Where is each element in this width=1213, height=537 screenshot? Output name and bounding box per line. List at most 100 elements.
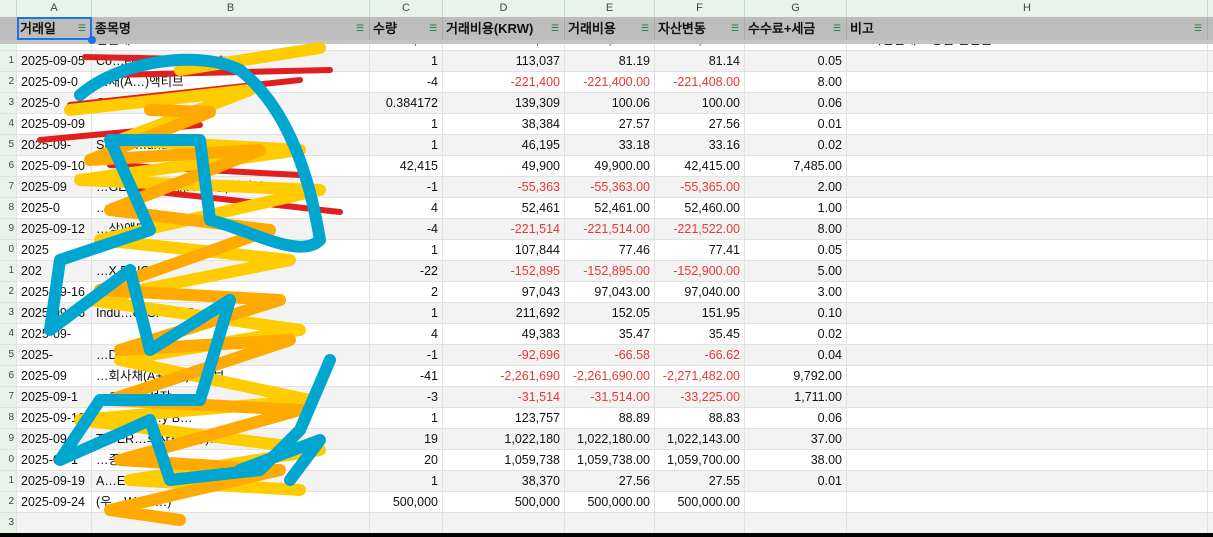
row-number[interactable]: 0: [0, 240, 17, 260]
cell-cost-krw[interactable]: 49,383: [443, 324, 565, 344]
cell-cost[interactable]: 27.56: [565, 471, 655, 491]
cell-item-name[interactable]: [92, 513, 370, 533]
row-number[interactable]: 1: [0, 51, 17, 71]
cell-quantity[interactable]: -41: [370, 366, 443, 386]
cell-quantity[interactable]: [370, 513, 443, 533]
cell-item-name[interactable]: …GER…성장: [92, 387, 370, 407]
cell-cost-krw[interactable]: -221,514: [443, 219, 565, 239]
cell-cost-krw[interactable]: -2,261,690: [443, 366, 565, 386]
cell-cost[interactable]: 97,043.00: [565, 282, 655, 302]
cell-cost-krw[interactable]: 38,370: [443, 471, 565, 491]
freeze-divider[interactable]: [0, 40, 1213, 44]
cell-item-name[interactable]: …상)액티브: [92, 219, 370, 239]
column-letter-C[interactable]: C: [370, 0, 443, 17]
cell-asset-change[interactable]: -55,365.00: [655, 177, 745, 197]
cell-cost[interactable]: 35.47: [565, 324, 655, 344]
cell-note[interactable]: [847, 345, 1208, 365]
cell-trade-date[interactable]: 2025-09-19: [17, 408, 92, 428]
cell-quantity[interactable]: 1: [370, 408, 443, 428]
filter-icon[interactable]: ☰: [833, 17, 841, 40]
cell-asset-change[interactable]: -2,271,482.00: [655, 366, 745, 386]
cell-fee-tax[interactable]: 0.01: [745, 471, 847, 491]
cell-asset-change[interactable]: 100.00: [655, 93, 745, 113]
filter-icon[interactable]: ☰: [429, 17, 437, 40]
row-number[interactable]: 2: [0, 72, 17, 92]
row-number[interactable]: 1: [0, 471, 17, 491]
cell-item-name[interactable]: Indu…or SPDR Fund: [92, 303, 370, 323]
cell-item-name[interactable]: …채(A…)액티브: [92, 72, 370, 92]
row-number[interactable]: 3: [0, 513, 17, 533]
row-number[interactable]: 5: [0, 345, 17, 365]
cell-asset-change[interactable]: 42,415.00: [655, 156, 745, 176]
cell-trade-date[interactable]: 2025: [17, 240, 92, 260]
cell-item-name[interactable]: …종합…채: [92, 450, 370, 470]
cell-asset-change[interactable]: 33.16: [655, 135, 745, 155]
cell-asset-change[interactable]: -152,900.00: [655, 261, 745, 281]
cell-item-name[interactable]: (우…WON…): [92, 492, 370, 512]
cell-fee-tax[interactable]: 7,485.00: [745, 156, 847, 176]
cell-fee-tax[interactable]: 8.00: [745, 72, 847, 92]
cell-cost[interactable]: 77.46: [565, 240, 655, 260]
cell-asset-change[interactable]: -66.62: [655, 345, 745, 365]
cell-cost-krw[interactable]: -31,514: [443, 387, 565, 407]
cell-cost-krw[interactable]: 97,043: [443, 282, 565, 302]
header-cost[interactable]: 거래비용 ☰: [565, 17, 655, 40]
cell-item-name[interactable]: [92, 156, 370, 176]
row-number[interactable]: 8: [0, 198, 17, 218]
cell-asset-change[interactable]: 151.95: [655, 303, 745, 323]
cell-item-name[interactable]: [92, 114, 370, 134]
cell-item-name[interactable]: TIG…케뮴: [92, 282, 370, 302]
cell-fee-tax[interactable]: 0.02: [745, 135, 847, 155]
cell-quantity[interactable]: 1: [370, 114, 443, 134]
cell-cost-krw[interactable]: 46,195: [443, 135, 565, 155]
cell-cost-krw[interactable]: 107,844: [443, 240, 565, 260]
cell-quantity[interactable]: 1: [370, 471, 443, 491]
column-letter-A[interactable]: A: [17, 0, 92, 17]
cell-cost-krw[interactable]: 1,059,738: [443, 450, 565, 470]
cell-note[interactable]: [847, 282, 1208, 302]
cell-trade-date[interactable]: 2025-09-16: [17, 282, 92, 302]
row-number[interactable]: 4: [0, 114, 17, 134]
cell-cost[interactable]: -221,514.00: [565, 219, 655, 239]
cell-trade-date[interactable]: 2025-09-05: [17, 51, 92, 71]
cell-trade-date[interactable]: 2025-09-12: [17, 219, 92, 239]
row-number[interactable]: 6: [0, 366, 17, 386]
cell-item-name[interactable]: Co…ector SPDR Fund: [92, 51, 370, 71]
cell-cost[interactable]: 33.18: [565, 135, 655, 155]
cell-fee-tax[interactable]: 0.06: [745, 93, 847, 113]
cell-trade-date[interactable]: 2025-09: [17, 429, 92, 449]
cell-fee-tax[interactable]: 1.00: [745, 198, 847, 218]
cell-asset-change[interactable]: 52,460.00: [655, 198, 745, 218]
cell-quantity[interactable]: -1: [370, 345, 443, 365]
cell-trade-date[interactable]: 2025-0: [17, 198, 92, 218]
cell-item-name[interactable]: …GER…회사채(A+이상)액티브: [92, 177, 370, 197]
column-letter-G[interactable]: G: [745, 0, 847, 17]
cell-cost[interactable]: 49,900.00: [565, 156, 655, 176]
row-number[interactable]: 5: [0, 135, 17, 155]
header-item-name[interactable]: 종목명 ☰: [92, 17, 370, 40]
cell-note[interactable]: [847, 408, 1208, 428]
cell-note[interactable]: [847, 513, 1208, 533]
cell-fee-tax[interactable]: [745, 492, 847, 512]
column-letter-B[interactable]: B: [92, 0, 370, 17]
cell-trade-date[interactable]: 2025-09-: [17, 324, 92, 344]
cell-fee-tax[interactable]: 0.05: [745, 240, 847, 260]
cell-cost[interactable]: -2,261,690.00: [565, 366, 655, 386]
selection-handle[interactable]: [88, 36, 96, 44]
cell-cost-krw[interactable]: 113,037: [443, 51, 565, 71]
cell-fee-tax[interactable]: 0.01: [745, 114, 847, 134]
cell-note[interactable]: [847, 177, 1208, 197]
cell-note[interactable]: [847, 303, 1208, 323]
header-trade-date[interactable]: 거래일 ☰: [17, 17, 92, 40]
cell-cost[interactable]: 52,461.00: [565, 198, 655, 218]
cell-asset-change[interactable]: 1,022,143.00: [655, 429, 745, 449]
cell-cost-krw[interactable]: 38,384: [443, 114, 565, 134]
cell-fee-tax[interactable]: 0.06: [745, 408, 847, 428]
cell-quantity[interactable]: 4: [370, 324, 443, 344]
filter-icon[interactable]: ☰: [78, 17, 86, 40]
cell-asset-change[interactable]: 500,000.00: [655, 492, 745, 512]
cell-cost[interactable]: [565, 513, 655, 533]
column-letter-H[interactable]: H: [847, 0, 1208, 17]
cell-cost-krw[interactable]: 52,461: [443, 198, 565, 218]
cell-quantity[interactable]: 500,000: [370, 492, 443, 512]
